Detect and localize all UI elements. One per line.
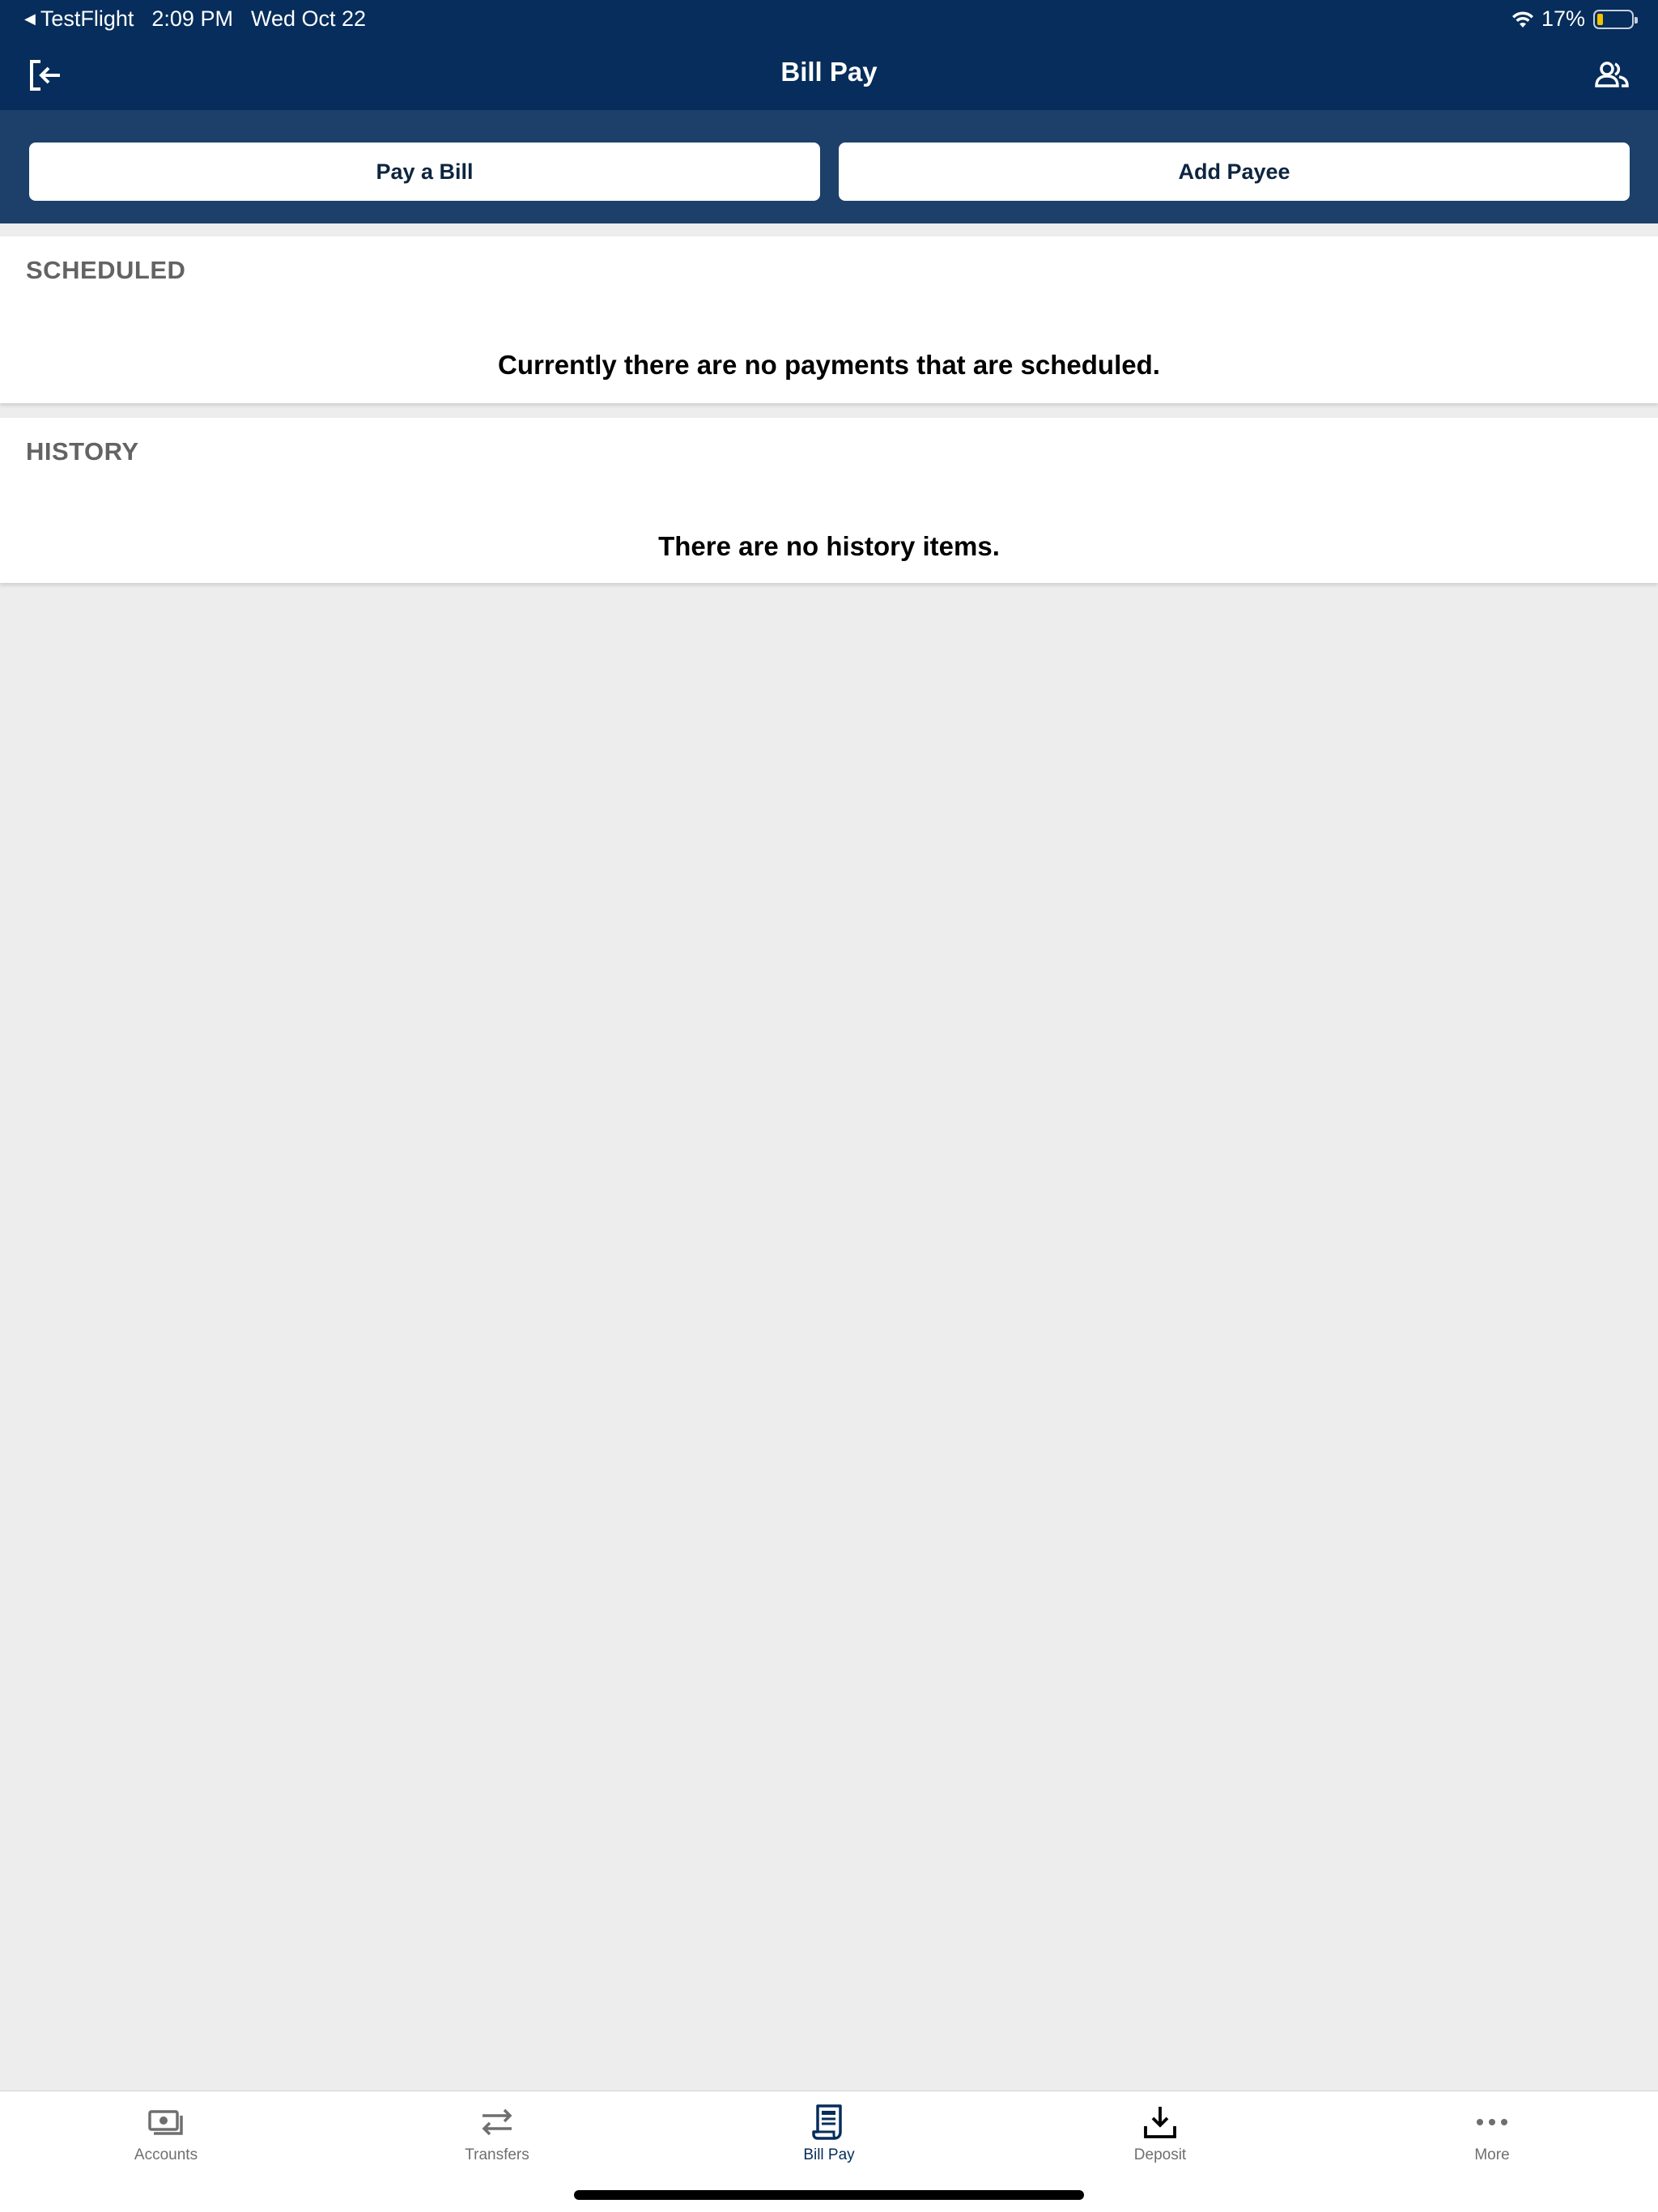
tab-deposit[interactable]: Deposit — [1063, 2103, 1257, 2184]
more-dots-icon — [1477, 2119, 1507, 2125]
battery-level — [1597, 13, 1603, 25]
history-section: HISTORY There are no history items. — [0, 418, 1658, 583]
bill-icon — [812, 2104, 842, 2140]
tab-more[interactable]: More — [1395, 2103, 1589, 2184]
scheduled-empty-message: Currently there are no payments that are… — [498, 350, 1160, 380]
add-payee-button[interactable]: Add Payee — [839, 143, 1630, 201]
home-indicator[interactable] — [574, 2190, 1084, 2200]
tab-transfers-label: Transfers — [465, 2146, 529, 2163]
history-empty-message: There are no history items. — [658, 531, 1000, 561]
tab-transfers[interactable]: Transfers — [400, 2103, 594, 2184]
status-date: Wed Oct 22 — [250, 6, 367, 31]
cash-icon — [148, 2110, 183, 2135]
action-band: Pay a Bill Add Payee — [0, 110, 1658, 223]
back-to-app-icon[interactable]: ◀ — [24, 11, 36, 28]
tab-accounts[interactable]: Accounts — [69, 2103, 263, 2184]
battery-percent: 17% — [1541, 6, 1585, 31]
back-app-label[interactable]: TestFlight — [40, 6, 134, 32]
tab-more-label: More — [1474, 2146, 1510, 2163]
tab-bill-pay[interactable]: Bill Pay — [732, 2103, 926, 2184]
nav-bar: Bill Pay — [0, 39, 1658, 110]
status-bar-right: 17% — [1511, 6, 1638, 32]
status-bar-left: ◀ TestFlight 2:09 PM Wed Oct 22 — [24, 6, 384, 32]
tab-bill-pay-label: Bill Pay — [803, 2146, 855, 2163]
status-time: 2:09 PM — [151, 6, 233, 31]
scheduled-section: SCHEDULED Currently there are no payment… — [0, 236, 1658, 403]
people-icon — [1595, 62, 1629, 87]
battery-icon — [1593, 9, 1638, 29]
tab-accounts-label: Accounts — [134, 2146, 198, 2163]
page-title: Bill Pay — [780, 57, 878, 87]
scheduled-header: SCHEDULED — [26, 256, 186, 284]
wifi-icon — [1511, 11, 1533, 28]
pay-a-bill-button[interactable]: Pay a Bill — [29, 143, 820, 201]
tab-deposit-label: Deposit — [1133, 2146, 1187, 2163]
history-header: HISTORY — [26, 437, 139, 466]
transfer-arrows-icon — [482, 2108, 512, 2136]
profile-button[interactable] — [1592, 55, 1632, 96]
status-bar: ◀ TestFlight 2:09 PM Wed Oct 22 17% — [0, 0, 1658, 39]
bill-pay-screen: ◀ TestFlight 2:09 PM Wed Oct 22 17% Bill… — [0, 0, 1658, 2212]
download-tray-icon — [1144, 2107, 1176, 2138]
